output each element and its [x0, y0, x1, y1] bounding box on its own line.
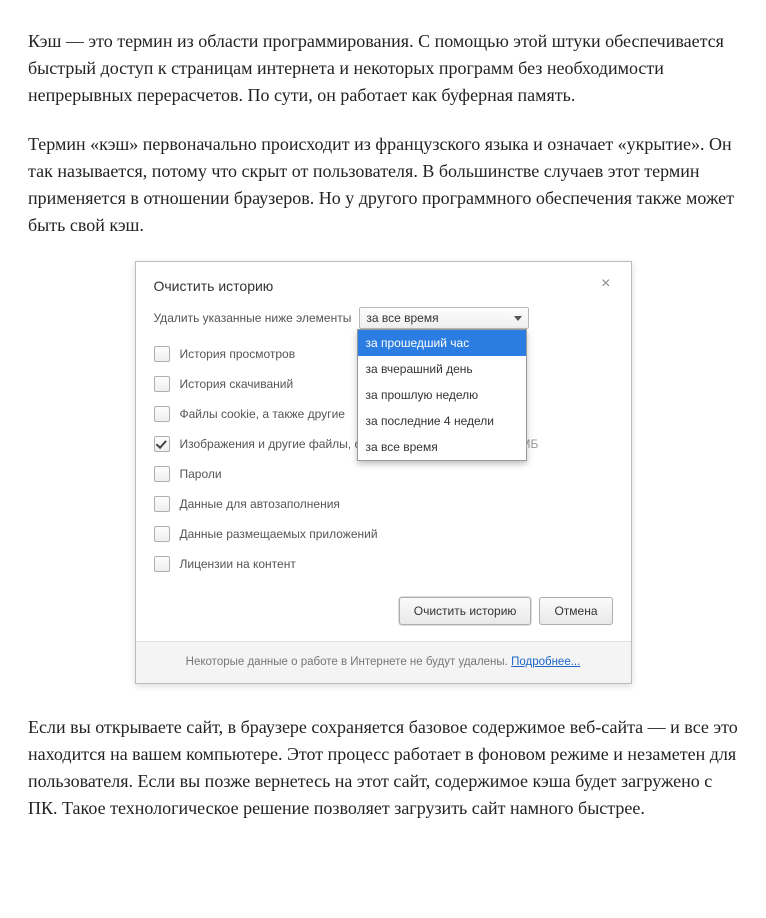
checkbox-label: Лицензии на контент [180, 555, 296, 573]
checkbox[interactable] [154, 466, 170, 482]
time-range-option[interactable]: за прошедший час [358, 330, 526, 356]
footer-note-text: Некоторые данные о работе в Интернете не… [186, 656, 511, 668]
checkbox[interactable] [154, 526, 170, 542]
time-range-option[interactable]: за прошлую неделю [358, 382, 526, 408]
checkbox[interactable] [154, 436, 170, 452]
learn-more-link[interactable]: Подробнее... [511, 656, 580, 668]
checkbox[interactable] [154, 556, 170, 572]
time-range-label: Удалить указанные ниже элементы [154, 309, 352, 327]
dialog-title: Очистить историю [154, 276, 274, 297]
time-range-option[interactable]: за последние 4 недели [358, 408, 526, 434]
chevron-down-icon [514, 316, 522, 321]
dialog-footer-note: Некоторые данные о работе в Интернете не… [136, 641, 631, 683]
checkbox-label: Файлы cookie, а также другие [180, 405, 345, 423]
checkbox[interactable] [154, 376, 170, 392]
clear-history-button[interactable]: Очистить историю [399, 597, 532, 625]
clear-option-row[interactable]: Пароли [154, 459, 613, 489]
checkbox-label: История просмотров [180, 345, 296, 363]
time-range-select[interactable]: за все время [359, 307, 529, 329]
checkbox-label: Пароли [180, 465, 222, 483]
time-range-option[interactable]: за все время [358, 434, 526, 460]
time-range-dropdown: за прошедший часза вчерашний деньза прош… [357, 329, 527, 461]
article-paragraph-3: Если вы открываете сайт, в браузере сохр… [28, 714, 738, 822]
clear-option-row[interactable]: Лицензии на контент [154, 549, 613, 579]
article-paragraph-1: Кэш — это термин из области программиров… [28, 28, 738, 109]
time-range-value: за все время [366, 309, 438, 327]
clear-option-row[interactable]: Данные для автозаполнения [154, 489, 613, 519]
time-range-option[interactable]: за вчерашний день [358, 356, 526, 382]
close-icon[interactable]: × [599, 276, 612, 292]
checkbox[interactable] [154, 496, 170, 512]
checkbox-label: История скачиваний [180, 375, 294, 393]
checkbox-label: Данные размещаемых приложений [180, 525, 378, 543]
cancel-button[interactable]: Отмена [539, 597, 612, 625]
clear-history-button-label: Очистить историю [414, 602, 517, 620]
article-paragraph-2: Термин «кэш» первоначально происходит из… [28, 131, 738, 239]
cancel-button-label: Отмена [554, 602, 597, 620]
clear-option-row[interactable]: Данные размещаемых приложений [154, 519, 613, 549]
checkbox[interactable] [154, 406, 170, 422]
dialog-screenshot: Очистить историю × Удалить указанные ниж… [28, 261, 738, 684]
checkbox[interactable] [154, 346, 170, 362]
checkbox-label: Данные для автозаполнения [180, 495, 340, 513]
clear-history-dialog: Очистить историю × Удалить указанные ниж… [135, 261, 632, 684]
